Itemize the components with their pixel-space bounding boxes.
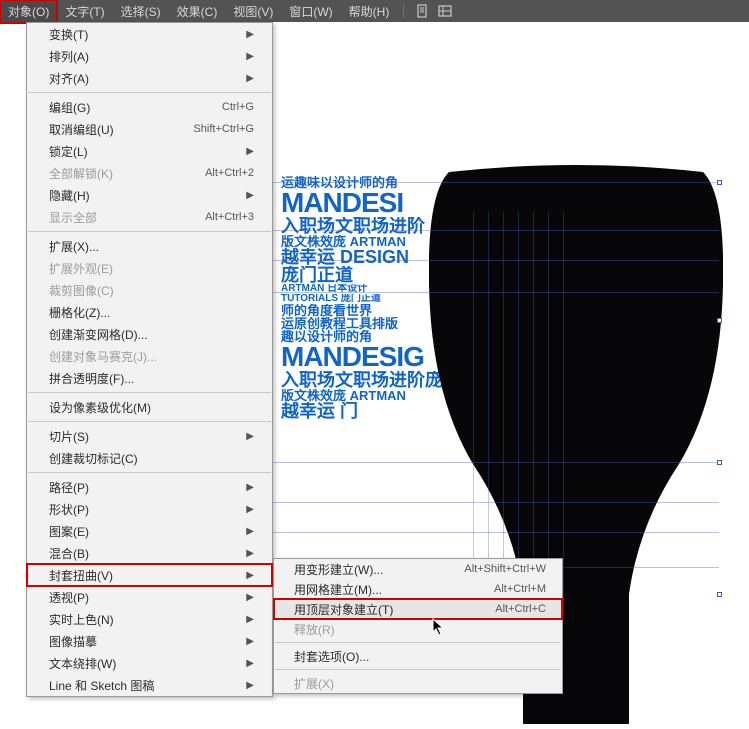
menu-help[interactable]: 帮助(H) bbox=[341, 0, 398, 23]
submenu-arrow-icon: ▶ bbox=[246, 658, 254, 669]
menu-image-trace[interactable]: 图像描摹▶ bbox=[27, 630, 272, 652]
sub-expand: 扩展(X) bbox=[274, 673, 562, 693]
submenu-arrow-icon: ▶ bbox=[246, 190, 254, 201]
menu-expand-appearance: 扩展外观(E) bbox=[27, 257, 272, 279]
menu-envelope-distort[interactable]: 封套扭曲(V)▶ bbox=[27, 564, 272, 586]
menu-separator bbox=[28, 472, 271, 473]
menu-expand[interactable]: 扩展(X)... bbox=[27, 235, 272, 257]
submenu-arrow-icon: ▶ bbox=[246, 73, 254, 84]
submenu-arrow-icon: ▶ bbox=[246, 614, 254, 625]
menu-ungroup[interactable]: 取消编组(U)Shift+Ctrl+G bbox=[27, 118, 272, 140]
menu-pixel-perfect[interactable]: 设为像素级优化(M) bbox=[27, 396, 272, 418]
submenu-arrow-icon: ▶ bbox=[246, 504, 254, 515]
menu-unlock-all: 全部解锁(K)Alt+Ctrl+2 bbox=[27, 162, 272, 184]
sub-release: 释放(R) bbox=[274, 619, 562, 639]
menu-separator bbox=[28, 92, 271, 93]
menu-path[interactable]: 路径(P)▶ bbox=[27, 476, 272, 498]
menu-object[interactable]: 对象(O) bbox=[0, 0, 57, 23]
submenu-arrow-icon: ▶ bbox=[246, 548, 254, 559]
menu-live-paint[interactable]: 实时上色(N)▶ bbox=[27, 608, 272, 630]
document-icon[interactable] bbox=[416, 4, 430, 18]
menu-separator bbox=[28, 231, 271, 232]
menu-arrange[interactable]: 排列(A)▶ bbox=[27, 45, 272, 67]
menu-text[interactable]: 文字(T) bbox=[57, 0, 112, 23]
menu-perspective[interactable]: 透视(P)▶ bbox=[27, 586, 272, 608]
menu-object-mosaic: 创建对象马赛克(J)... bbox=[27, 345, 272, 367]
menu-select[interactable]: 选择(S) bbox=[113, 0, 169, 23]
menu-separator bbox=[275, 669, 561, 670]
submenu-arrow-icon: ▶ bbox=[246, 482, 254, 493]
menu-rasterize[interactable]: 栅格化(Z)... bbox=[27, 301, 272, 323]
menu-shape[interactable]: 形状(P)▶ bbox=[27, 498, 272, 520]
menu-text-wrap[interactable]: 文本绕排(W)▶ bbox=[27, 652, 272, 674]
menu-flatten-transparency[interactable]: 拼合透明度(F)... bbox=[27, 367, 272, 389]
sub-make-with-mesh[interactable]: 用网格建立(M)...Alt+Ctrl+M bbox=[274, 579, 562, 599]
menu-blend[interactable]: 混合(B)▶ bbox=[27, 542, 272, 564]
submenu-arrow-icon: ▶ bbox=[246, 592, 254, 603]
menu-hide[interactable]: 隐藏(H)▶ bbox=[27, 184, 272, 206]
sub-make-with-top-object[interactable]: 用顶层对象建立(T)Alt+Ctrl+C bbox=[274, 599, 562, 619]
submenu-arrow-icon: ▶ bbox=[246, 29, 254, 40]
menu-separator bbox=[28, 392, 271, 393]
submenu-arrow-icon: ▶ bbox=[246, 570, 254, 581]
submenu-arrow-icon: ▶ bbox=[246, 526, 254, 537]
menubar: 对象(O) 文字(T) 选择(S) 效果(C) 视图(V) 窗口(W) 帮助(H… bbox=[0, 0, 749, 22]
menubar-icons bbox=[416, 4, 452, 18]
submenu-arrow-icon: ▶ bbox=[246, 680, 254, 691]
submenu-arrow-icon: ▶ bbox=[246, 636, 254, 647]
menu-pattern[interactable]: 图案(E)▶ bbox=[27, 520, 272, 542]
menu-gradient-mesh[interactable]: 创建渐变网格(D)... bbox=[27, 323, 272, 345]
submenu-arrow-icon: ▶ bbox=[246, 146, 254, 157]
envelope-distort-submenu: 用变形建立(W)...Alt+Shift+Ctrl+W 用网格建立(M)...A… bbox=[273, 558, 563, 694]
menu-separator bbox=[28, 421, 271, 422]
object-menu-dropdown: 变换(T)▶ 排列(A)▶ 对齐(A)▶ 编组(G)Ctrl+G 取消编组(U)… bbox=[26, 22, 273, 697]
menu-crop-image: 裁剪图像(C) bbox=[27, 279, 272, 301]
menu-effect[interactable]: 效果(C) bbox=[169, 0, 226, 23]
layout-icon[interactable] bbox=[438, 4, 452, 18]
menu-line-sketch[interactable]: Line 和 Sketch 图稿▶ bbox=[27, 674, 272, 696]
menu-slice[interactable]: 切片(S)▶ bbox=[27, 425, 272, 447]
menubar-separator bbox=[403, 4, 404, 18]
sub-make-with-warp[interactable]: 用变形建立(W)...Alt+Shift+Ctrl+W bbox=[274, 559, 562, 579]
menu-lock[interactable]: 锁定(L)▶ bbox=[27, 140, 272, 162]
menu-group[interactable]: 编组(G)Ctrl+G bbox=[27, 96, 272, 118]
cursor-pointer-icon bbox=[432, 618, 446, 636]
sub-envelope-options[interactable]: 封套选项(O)... bbox=[274, 646, 562, 666]
submenu-arrow-icon: ▶ bbox=[246, 51, 254, 62]
menu-crop-marks[interactable]: 创建裁切标记(C) bbox=[27, 447, 272, 469]
menu-show-all: 显示全部Alt+Ctrl+3 bbox=[27, 206, 272, 228]
menu-window[interactable]: 窗口(W) bbox=[281, 0, 340, 23]
menu-transform[interactable]: 变换(T)▶ bbox=[27, 23, 272, 45]
submenu-arrow-icon: ▶ bbox=[246, 431, 254, 442]
menu-view[interactable]: 视图(V) bbox=[225, 0, 281, 23]
menu-align[interactable]: 对齐(A)▶ bbox=[27, 67, 272, 89]
menu-separator bbox=[275, 642, 561, 643]
